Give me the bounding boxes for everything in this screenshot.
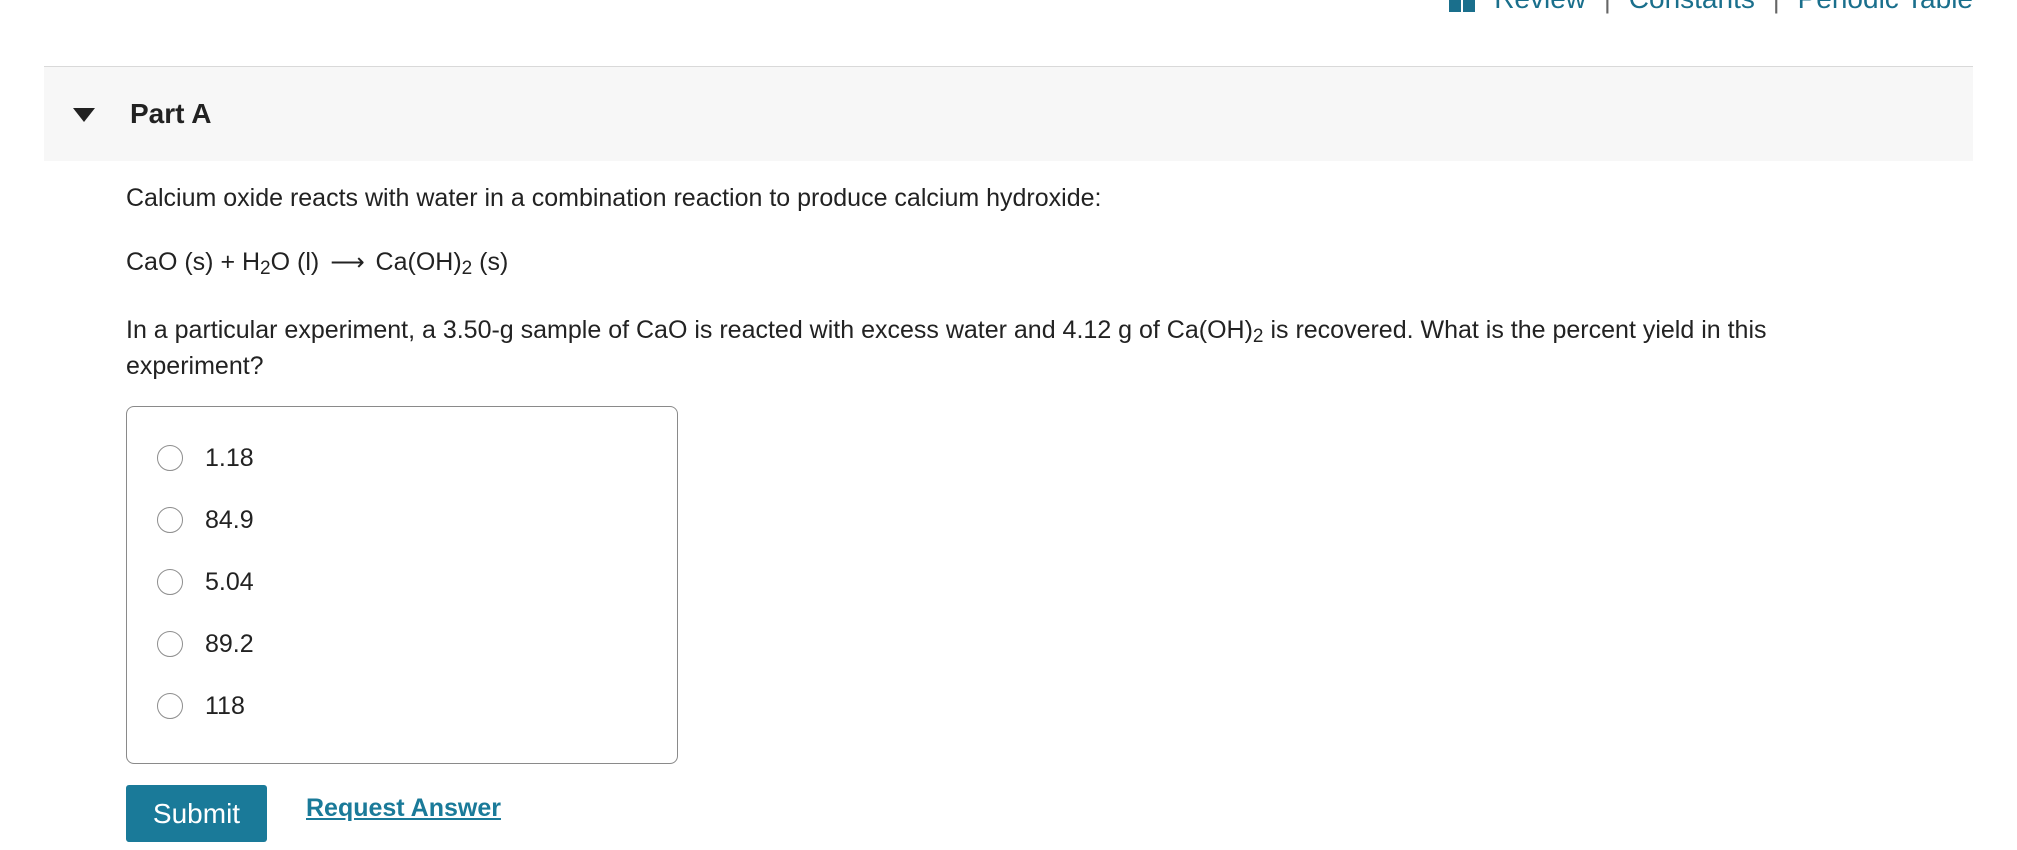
radio-button[interactable] bbox=[157, 569, 183, 595]
radio-button[interactable] bbox=[157, 693, 183, 719]
collapse-triangle-icon[interactable] bbox=[72, 107, 96, 123]
part-title: Part A bbox=[130, 98, 212, 129]
question-text: In a particular experiment, a 3.50-g sam… bbox=[126, 312, 1906, 384]
choice-label: 5.04 bbox=[205, 567, 254, 596]
review-link[interactable]: Review bbox=[1494, 0, 1586, 15]
equation-product-tail: (s) bbox=[472, 248, 509, 276]
choice-option[interactable]: 1.18 bbox=[157, 440, 254, 476]
submit-button[interactable]: Submit bbox=[126, 785, 267, 842]
equation-reactants: CaO (s) + H bbox=[126, 248, 261, 276]
reaction-arrow: ⟶ bbox=[330, 248, 365, 276]
answer-choices: 1.18 84.9 5.04 89.2 118 bbox=[126, 406, 678, 764]
choice-option[interactable]: 84.9 bbox=[157, 502, 254, 538]
request-answer-link[interactable]: Request Answer bbox=[306, 794, 501, 823]
problem-intro: Calcium oxide reacts with water in a com… bbox=[126, 184, 1102, 212]
top-links: Review | Constants | Periodic Table bbox=[1448, 0, 1973, 15]
equation-subscript: 2 bbox=[260, 258, 271, 279]
choice-option[interactable]: 5.04 bbox=[157, 564, 254, 600]
radio-button[interactable] bbox=[157, 631, 183, 657]
radio-button[interactable] bbox=[157, 507, 183, 533]
link-separator: | bbox=[1604, 0, 1611, 15]
link-separator: | bbox=[1773, 0, 1780, 15]
equation-product: Ca(OH) bbox=[375, 248, 462, 276]
book-icon bbox=[1448, 0, 1476, 12]
choice-option[interactable]: 89.2 bbox=[157, 626, 254, 662]
choice-label: 1.18 bbox=[205, 443, 254, 472]
part-header[interactable]: Part A bbox=[44, 67, 1973, 161]
question-subscript: 2 bbox=[1252, 326, 1264, 347]
chemical-equation: CaO (s) + H2O (l) ⟶ Ca(OH)2 (s) bbox=[126, 244, 508, 280]
choice-label: 89.2 bbox=[205, 629, 254, 658]
constants-link[interactable]: Constants bbox=[1629, 0, 1755, 15]
question-part1: In a particular experiment, a 3.50-g sam… bbox=[126, 316, 1253, 344]
choice-option[interactable]: 118 bbox=[157, 688, 245, 724]
equation-subscript: 2 bbox=[461, 258, 473, 279]
radio-button[interactable] bbox=[157, 445, 183, 471]
periodic-table-link[interactable]: Periodic Table bbox=[1798, 0, 1973, 15]
equation-reactant-tail: O (l) bbox=[270, 248, 320, 276]
choice-label: 84.9 bbox=[205, 505, 254, 534]
choice-label: 118 bbox=[205, 691, 245, 720]
